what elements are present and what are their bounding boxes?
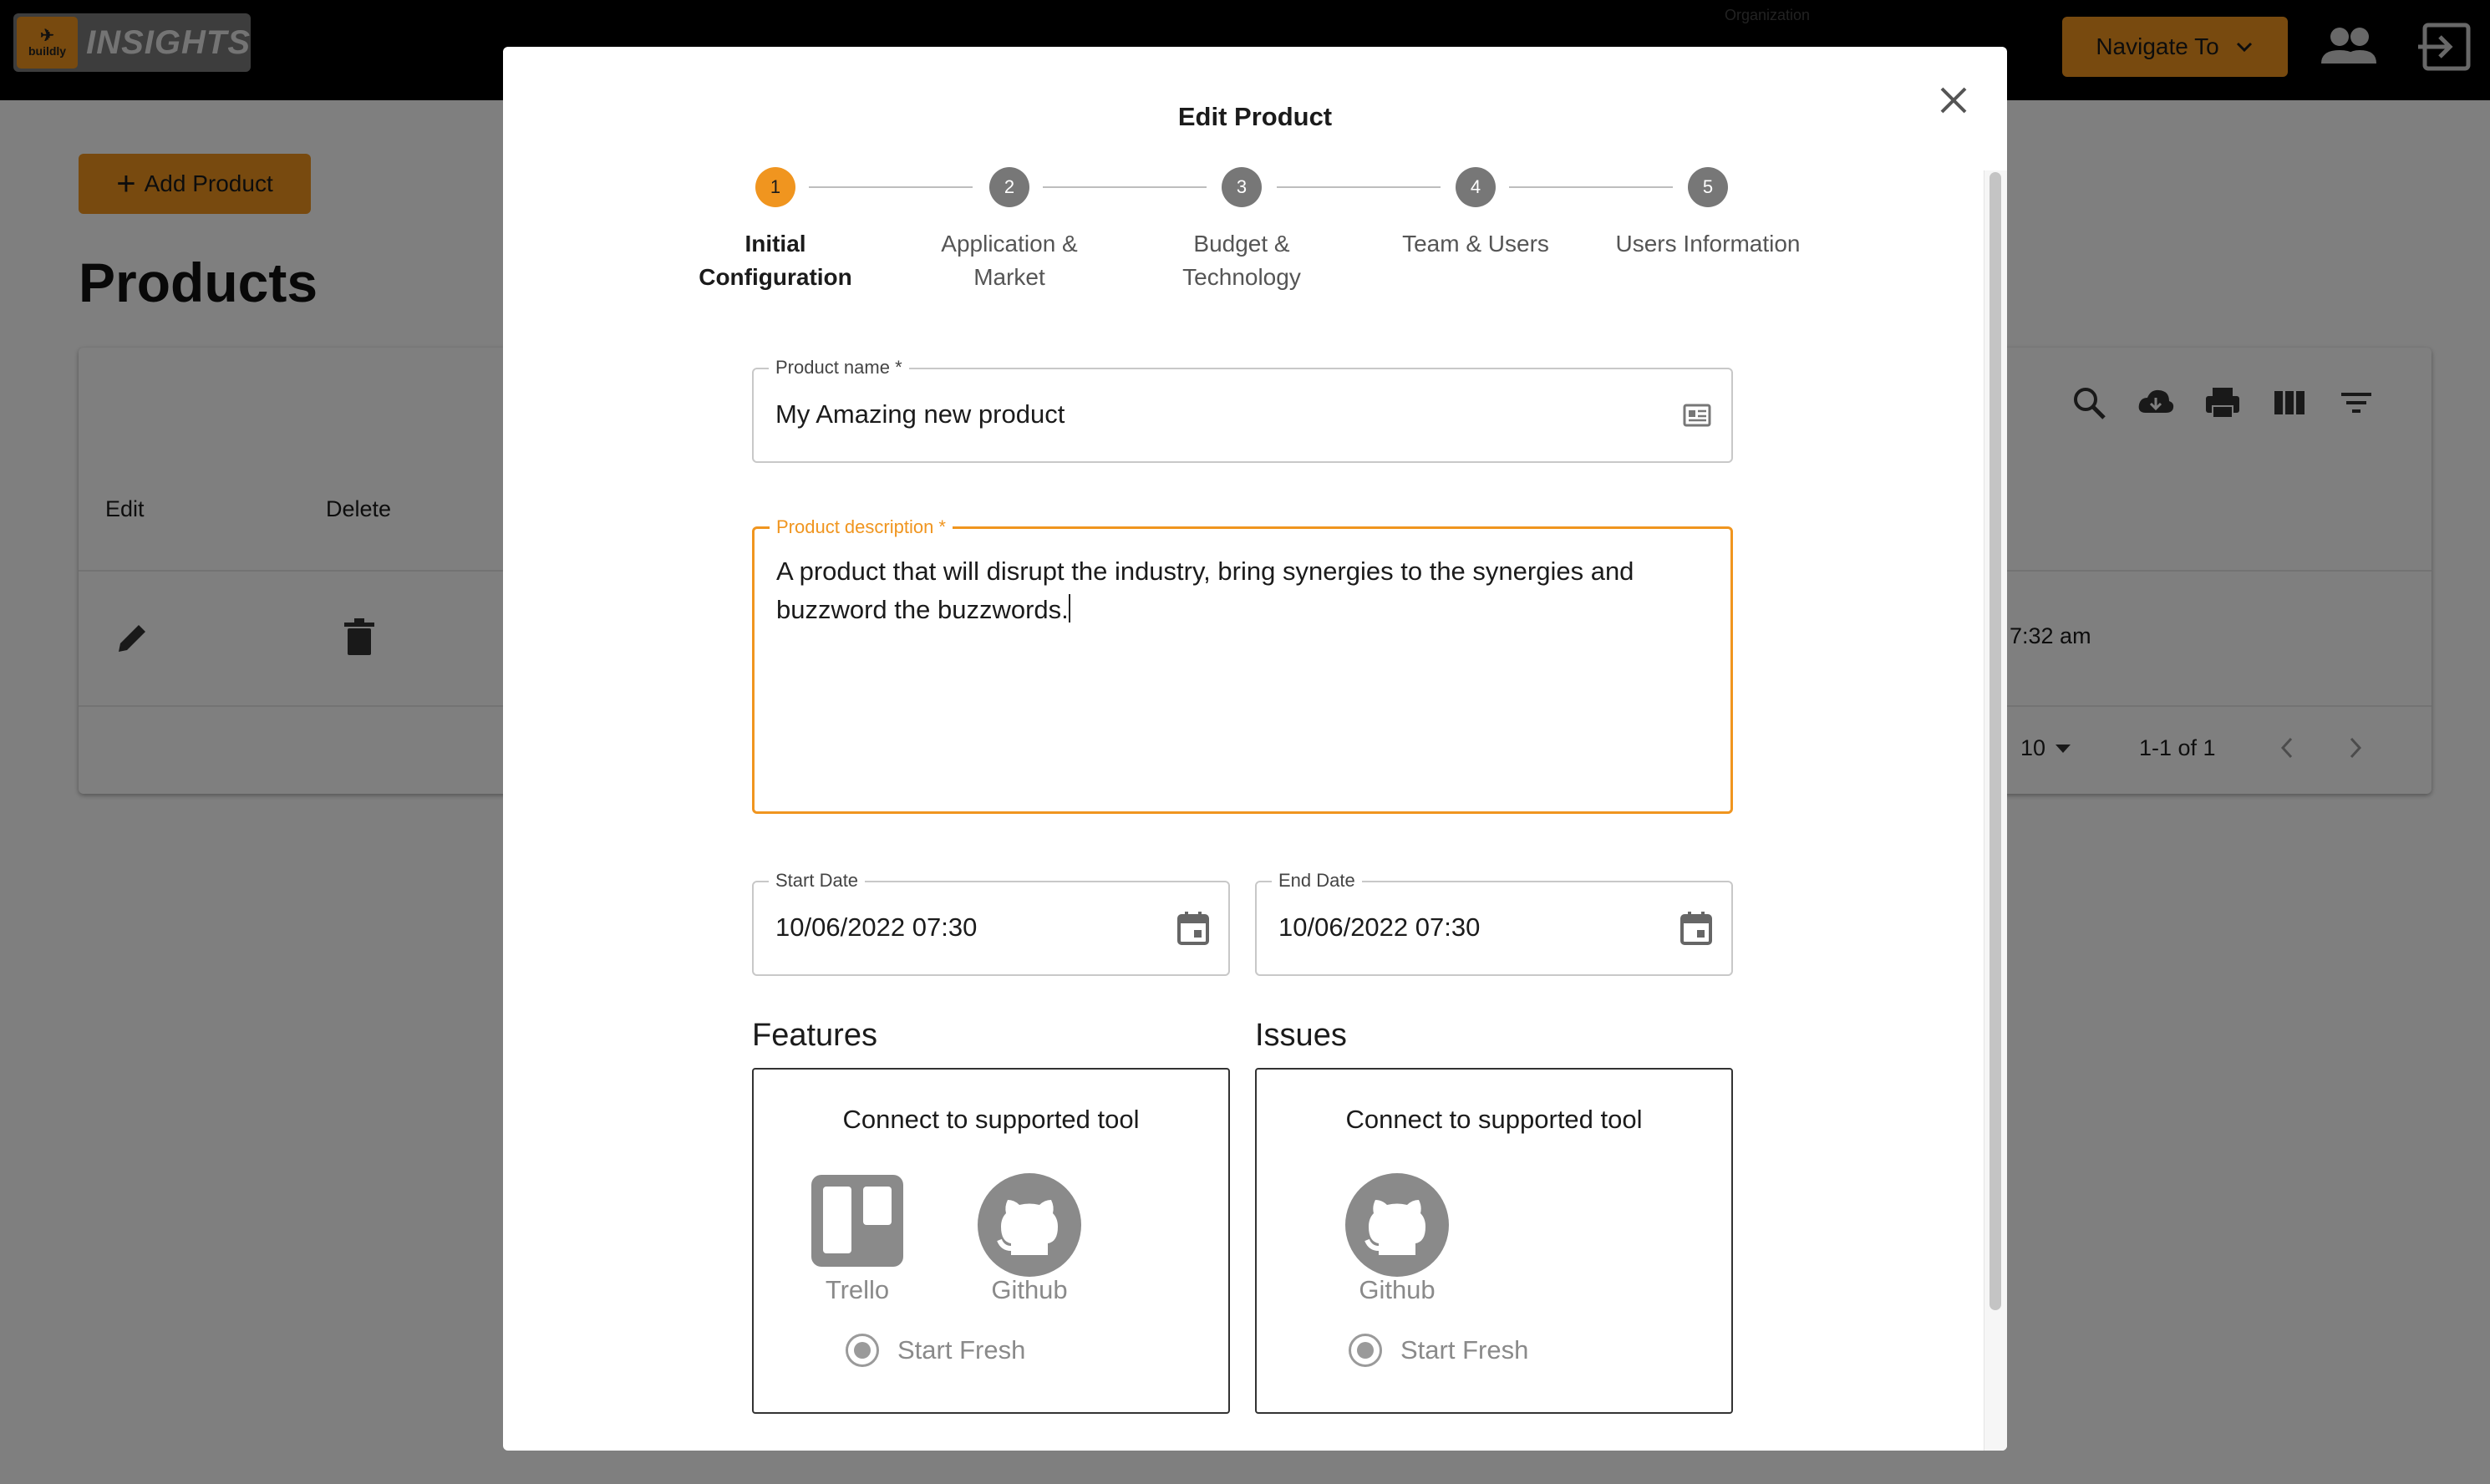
step-label: Application & Market [892, 227, 1126, 294]
start-fresh-radio[interactable]: Start Fresh [846, 1334, 1025, 1367]
calendar-icon[interactable] [1679, 911, 1713, 946]
product-description-field[interactable]: Product description * A product that wil… [752, 517, 1733, 814]
features-title: Features [752, 1018, 877, 1053]
trello-option[interactable]: Trello [799, 1173, 916, 1305]
issues-tool-box: Connect to supported tool Github Start F… [1255, 1068, 1733, 1414]
radio-button[interactable] [1349, 1334, 1382, 1367]
step-number: 4 [1456, 167, 1496, 207]
step-initial-configuration[interactable]: 1 Initial Configuration [658, 167, 892, 294]
step-label: Users Information [1591, 227, 1825, 261]
step-number: 3 [1222, 167, 1262, 207]
step-budget-technology[interactable]: 3 Budget & Technology [1125, 167, 1359, 294]
edit-product-dialog: Edit Product 1 Initial Configuration 2 A… [503, 47, 2007, 1451]
product-name-value: My Amazing new product [775, 399, 1065, 429]
github-icon [978, 1173, 1081, 1277]
step-number: 2 [989, 167, 1029, 207]
dialog-title: Edit Product [1177, 102, 1333, 131]
product-name-label: Product name * [769, 358, 909, 378]
step-number: 5 [1688, 167, 1728, 207]
start-date-value: 10/06/2022 07:30 [775, 912, 978, 942]
product-description-value: A product that will disrupt the industry… [776, 556, 1634, 624]
calendar-icon[interactable] [1176, 911, 1210, 946]
step-team-users[interactable]: 4 Team & Users [1359, 167, 1593, 261]
step-label: Team & Users [1359, 227, 1593, 261]
end-date-label: End Date [1272, 871, 1362, 891]
github-icon [1345, 1173, 1449, 1277]
step-application-market[interactable]: 2 Application & Market [892, 167, 1126, 294]
github-label: Github [991, 1275, 1068, 1304]
issues-title: Issues [1255, 1018, 1347, 1053]
text-cursor [1068, 594, 1070, 623]
close-icon[interactable] [1937, 84, 1970, 117]
start-fresh-label: Start Fresh [1400, 1335, 1529, 1365]
trello-label: Trello [825, 1275, 890, 1304]
step-label: Budget & Technology [1125, 227, 1359, 294]
start-date-field[interactable]: Start Date 10/06/2022 07:30 [752, 871, 1230, 976]
issues-box-title: Connect to supported tool [1345, 1105, 1643, 1134]
step-label-line: Application & [941, 231, 1078, 257]
end-date-value: 10/06/2022 07:30 [1278, 912, 1481, 942]
product-description-text: A product that will disrupt the industry… [776, 552, 1712, 629]
step-label-line: Budget & [1193, 231, 1290, 257]
step-label: Initial Configuration [658, 227, 892, 294]
step-label-line: Configuration [699, 264, 852, 290]
trello-icon [811, 1175, 903, 1267]
start-fresh-radio[interactable]: Start Fresh [1349, 1334, 1528, 1367]
radio-button[interactable] [846, 1334, 879, 1367]
dialog-scrollbar-thumb[interactable] [1989, 172, 2001, 1310]
contact-card-icon [1683, 404, 1711, 427]
step-number: 1 [755, 167, 795, 207]
start-fresh-label: Start Fresh [897, 1335, 1026, 1365]
step-label-line: Market [973, 264, 1045, 290]
radio-dot [854, 1342, 871, 1359]
features-tool-box: Connect to supported tool Trello Github … [752, 1068, 1230, 1414]
product-name-field[interactable]: Product name * My Amazing new product [752, 358, 1733, 463]
features-box-title: Connect to supported tool [842, 1105, 1140, 1134]
end-date-field[interactable]: End Date 10/06/2022 07:30 [1255, 871, 1733, 976]
start-date-label: Start Date [769, 871, 866, 891]
step-label-line: Team & Users [1402, 231, 1549, 257]
github-option[interactable]: Github [1339, 1173, 1456, 1305]
step-label-line: Initial [744, 231, 806, 257]
github-option[interactable]: Github [971, 1173, 1088, 1305]
step-label-line: Users Information [1615, 231, 1801, 257]
radio-dot [1357, 1342, 1374, 1359]
step-users-information[interactable]: 5 Users Information [1591, 167, 1825, 261]
product-description-label: Product description * [770, 517, 953, 537]
github-label: Github [1359, 1275, 1436, 1304]
step-label-line: Technology [1182, 264, 1301, 290]
